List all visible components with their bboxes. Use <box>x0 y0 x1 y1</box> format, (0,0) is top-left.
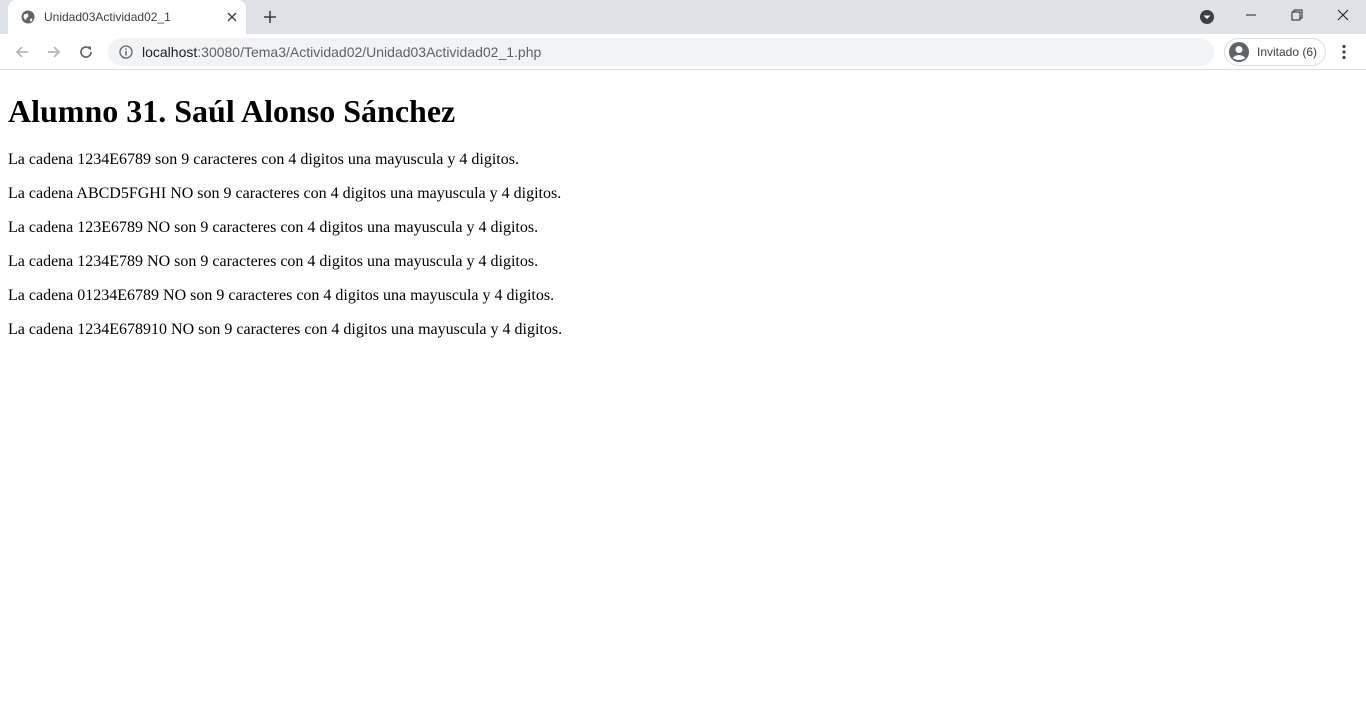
kebab-menu-icon[interactable] <box>1332 38 1356 66</box>
browser-toolbar: localhost:30080/Tema3/Actividad02/Unidad… <box>0 34 1366 70</box>
result-line: La cadena 1234E789 NO son 9 caracteres c… <box>8 253 539 270</box>
profile-label: Invitado (6) <box>1257 45 1318 59</box>
arrow-left-icon[interactable] <box>8 38 36 66</box>
minimize-icon[interactable] <box>1228 0 1274 30</box>
plus-icon[interactable] <box>258 6 282 28</box>
profile-button[interactable]: Invitado (6) <box>1224 38 1326 66</box>
page-content: Alumno 31. Saúl Alonso Sánchez La cadena… <box>0 71 1366 722</box>
tab-title: Unidad03Actividad02_1 <box>44 10 171 24</box>
result-line: La cadena 1234E678910 NO son 9 caractere… <box>8 321 563 338</box>
arrow-right-icon[interactable] <box>40 38 68 66</box>
chevron-down-icon[interactable] <box>1198 8 1216 26</box>
tab-strip: Unidad03Actividad02_1 <box>0 0 1366 34</box>
result-line: La cadena 123E6789 NO son 9 caracteres c… <box>8 219 539 236</box>
page-title: Alumno 31. Saúl Alonso Sánchez <box>8 93 456 129</box>
result-line: La cadena 01234E6789 NO son 9 caracteres… <box>8 287 555 304</box>
restore-icon[interactable] <box>1274 0 1320 30</box>
url-host: localhost <box>142 44 198 60</box>
reload-icon[interactable] <box>72 38 100 66</box>
address-bar[interactable]: localhost:30080/Tema3/Actividad02/Unidad… <box>108 38 1214 66</box>
window-close-icon[interactable] <box>1320 0 1366 30</box>
result-line: La cadena ABCD5FGHI NO son 9 caracteres … <box>8 185 562 202</box>
info-icon[interactable] <box>118 44 134 60</box>
url-path: :30080/Tema3/Actividad02/Unidad03Activid… <box>197 44 542 60</box>
person-icon <box>1227 40 1251 64</box>
close-icon[interactable] <box>224 9 240 25</box>
result-line: La cadena 1234E6789 son 9 caracteres con… <box>8 151 519 168</box>
tab-active[interactable]: Unidad03Actividad02_1 <box>8 0 246 34</box>
globe-icon <box>20 9 36 25</box>
url-text: localhost:30080/Tema3/Actividad02/Unidad… <box>142 44 541 60</box>
